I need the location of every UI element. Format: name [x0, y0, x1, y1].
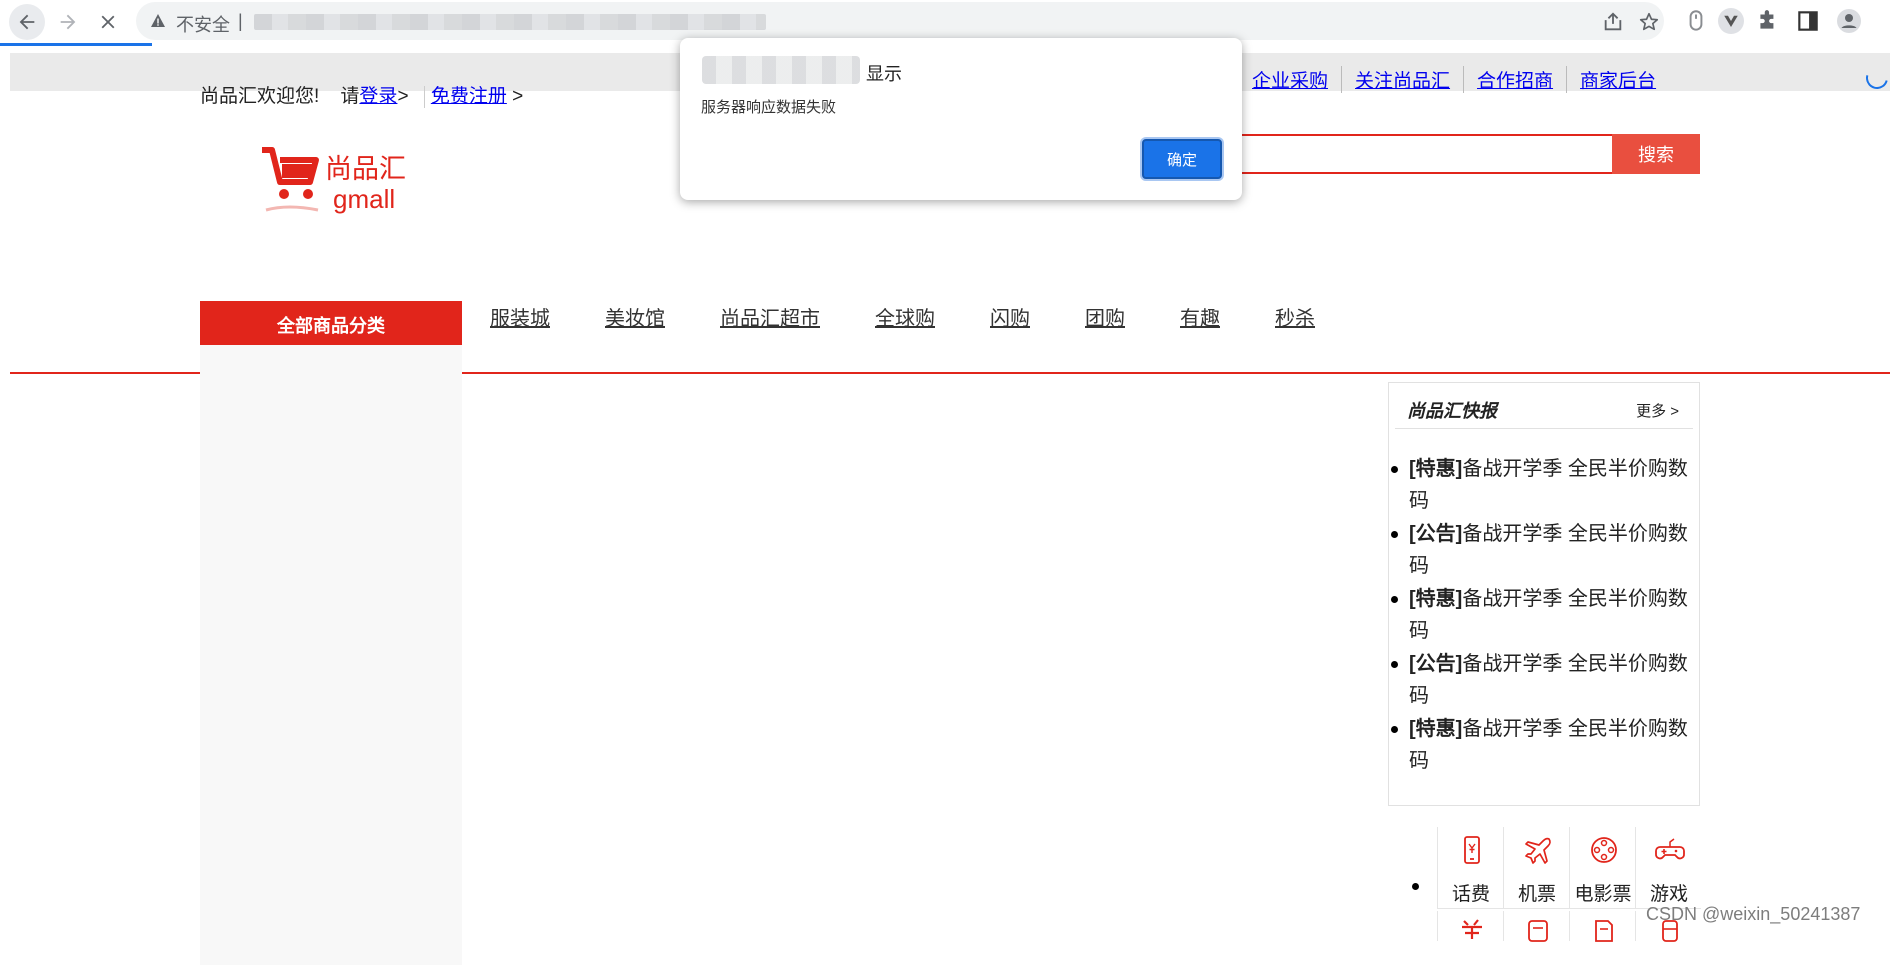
welcome-area: 尚品汇欢迎您! 请登录> 免费注册 > — [200, 81, 523, 108]
logo-subtitle: gmall — [333, 184, 396, 214]
news-tag: [公告] — [1409, 523, 1463, 545]
nav-item-clothing[interactable]: 服装城 — [490, 302, 550, 331]
dialog-message: 服务器响应数据失败 — [701, 99, 837, 116]
main-nav: 服装城 美妆馆 尚品汇超市 全球购 闪购 团购 有趣 秒杀 — [490, 302, 1370, 331]
star-icon[interactable] — [1638, 11, 1660, 33]
list-bullet — [1412, 883, 1419, 890]
document-icon — [1595, 920, 1613, 942]
extension-v-button[interactable] — [1718, 8, 1744, 34]
vue-devtools-icon — [1724, 15, 1738, 27]
lottery-icon — [1462, 919, 1482, 939]
news-more-link[interactable]: 更多 > — [1636, 400, 1679, 421]
dialog-title: 显示 — [866, 64, 902, 84]
news-item[interactable]: [公告]备战开学季 全民半价购数码 — [1391, 648, 1689, 712]
url-text-redacted — [254, 14, 766, 30]
news-header: 尚品汇快报 更多 > — [1395, 383, 1693, 429]
forward-button[interactable] — [50, 4, 86, 40]
logo-name: 尚品汇 — [325, 154, 406, 184]
service-label: 机票 — [1517, 884, 1556, 905]
share-icon[interactable] — [1602, 11, 1624, 33]
film-icon — [1591, 837, 1617, 863]
login-prefix: 请 — [340, 86, 360, 107]
category-panel — [200, 345, 462, 965]
welcome-text: 尚品汇欢迎您! — [200, 86, 320, 107]
login-suffix: > — [397, 86, 409, 107]
service-film[interactable]: 电影票 — [1569, 827, 1635, 909]
news-list: [特惠]备战开学季 全民半价购数码 [公告]备战开学季 全民半价购数码 [特惠]… — [1391, 453, 1689, 778]
service-lottery-partial[interactable] — [1437, 911, 1503, 941]
arrow-left-icon — [19, 14, 35, 30]
profile-avatar-icon[interactable] — [1836, 8, 1862, 34]
warning-icon — [151, 14, 165, 27]
arrow-right-icon — [60, 14, 76, 30]
news-tag: [特惠] — [1409, 458, 1463, 480]
news-item[interactable]: [公告]备战开学季 全民半价购数码 — [1391, 518, 1689, 582]
service-partial-3[interactable] — [1569, 911, 1635, 942]
close-icon — [101, 15, 115, 29]
top-link-partner[interactable]: 合作招商 — [1463, 66, 1566, 93]
dialog-origin-redacted — [702, 56, 860, 84]
top-links: 企业采购 关注尚品汇 合作招商 商家后台 — [1238, 66, 1669, 93]
service-label: 游戏 — [1649, 884, 1688, 905]
watermark-text: CSDN @weixin_50241387 — [1646, 904, 1861, 924]
nav-item-fun[interactable]: 有趣 — [1180, 302, 1220, 331]
side-panel-icon[interactable] — [1795, 8, 1821, 34]
address-bar[interactable]: 不安全 | — [136, 2, 1664, 40]
news-tag: [公告] — [1409, 653, 1463, 675]
dialog-ok-button[interactable]: 确定 — [1142, 139, 1222, 179]
news-tag: [特惠] — [1409, 588, 1463, 610]
back-button[interactable] — [9, 4, 45, 40]
top-link-enterprise[interactable]: 企业采购 — [1238, 66, 1341, 93]
loading-spinner-icon — [1861, 62, 1890, 94]
news-item[interactable]: [特惠]备战开学季 全民半价购数码 — [1391, 713, 1689, 777]
stop-loading-button[interactable] — [90, 4, 126, 40]
plane-icon — [1525, 837, 1551, 864]
login-link[interactable]: 登录 — [359, 86, 397, 107]
security-label: 不安全 — [176, 15, 230, 35]
phone-icon — [1464, 836, 1480, 864]
security-separator: | — [238, 11, 243, 31]
divider — [423, 85, 425, 108]
news-item[interactable]: [特惠]备战开学季 全民半价购数码 — [1391, 453, 1689, 517]
nav-item-global[interactable]: 全球购 — [875, 302, 935, 331]
top-link-merchant[interactable]: 商家后台 — [1566, 66, 1669, 93]
ticket-icon — [1528, 920, 1548, 942]
gamepad-icon — [1655, 838, 1685, 860]
service-plane[interactable]: 机票 — [1503, 827, 1569, 909]
top-link-follow[interactable]: 关注尚品汇 — [1341, 66, 1463, 93]
puzzle-icon[interactable] — [1755, 8, 1781, 34]
nav-item-beauty[interactable]: 美妆馆 — [605, 302, 665, 331]
news-tag: [特惠] — [1409, 718, 1463, 740]
nav-item-supermarket[interactable]: 尚品汇超市 — [720, 302, 820, 331]
news-item[interactable]: [特惠]备战开学季 全民半价购数码 — [1391, 583, 1689, 647]
service-label: 话费 — [1451, 884, 1490, 905]
alert-dialog: 显示 服务器响应数据失败 确定 — [680, 38, 1242, 200]
extension-mouse-icon[interactable] — [1683, 8, 1709, 34]
register-link[interactable]: 免费注册 — [431, 86, 507, 107]
service-phone[interactable]: 话费 — [1437, 827, 1503, 909]
search-button[interactable]: 搜索 — [1612, 134, 1700, 174]
search-input[interactable] — [1240, 134, 1612, 174]
service-game[interactable]: 游戏 — [1635, 827, 1701, 909]
news-panel: 尚品汇快报 更多 > [特惠]备战开学季 全民半价购数码 [公告]备战开学季 全… — [1388, 382, 1700, 806]
service-partial-2[interactable] — [1503, 911, 1569, 942]
register-suffix: > — [512, 86, 524, 107]
service-label: 电影票 — [1574, 884, 1632, 905]
nav-item-seckill[interactable]: 秒杀 — [1275, 302, 1315, 331]
nav-item-group[interactable]: 团购 — [1085, 302, 1125, 331]
news-title: 尚品汇快报 — [1407, 401, 1497, 421]
all-categories-button[interactable]: 全部商品分类 — [200, 301, 462, 345]
nav-item-flash[interactable]: 闪购 — [990, 302, 1030, 331]
